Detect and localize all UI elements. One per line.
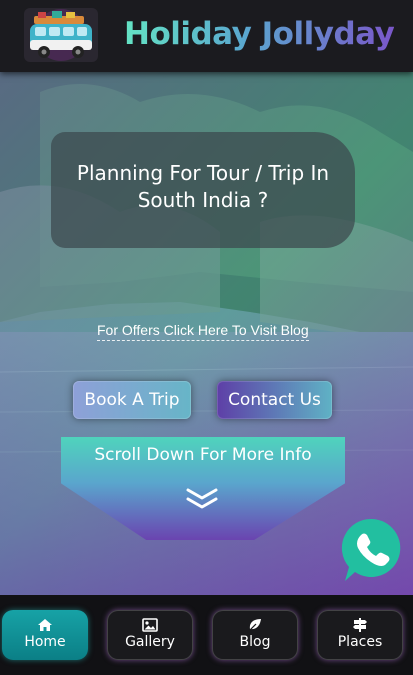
nav-gallery-label: Gallery [125,634,175,650]
nav-places[interactable]: Places [317,610,403,660]
nav-blog[interactable]: Blog [212,610,298,660]
bottom-navigation: Home Gallery Blog Places [0,595,413,675]
scroll-down-text[interactable]: Scroll Down For More Info [61,445,345,465]
contact-us-button[interactable]: Contact Us [217,381,332,419]
signpost-icon [353,618,367,632]
double-chevron-down-icon[interactable] [185,487,219,511]
leaf-icon [248,619,261,632]
nav-gallery[interactable]: Gallery [107,610,193,660]
whatsapp-phone-icon[interactable] [341,517,403,583]
nav-home[interactable]: Home [2,610,88,660]
image-icon [142,618,158,632]
app-header: Holiday Jollyday [0,0,413,72]
nav-home-label: Home [24,634,66,650]
hero-section: Planning For Tour / Trip In South India … [0,72,413,595]
blog-offer-link[interactable]: For Offers Click Here To Visit Blog [97,321,309,341]
brand-title[interactable]: Holiday Jollyday [124,16,395,52]
nav-blog-label: Blog [239,634,271,650]
van-logo-icon[interactable] [22,6,100,64]
home-icon [38,619,52,631]
book-trip-button[interactable]: Book A Trip [73,381,191,419]
nav-places-label: Places [337,634,383,650]
hero-headline: Planning For Tour / Trip In South India … [76,161,330,212]
